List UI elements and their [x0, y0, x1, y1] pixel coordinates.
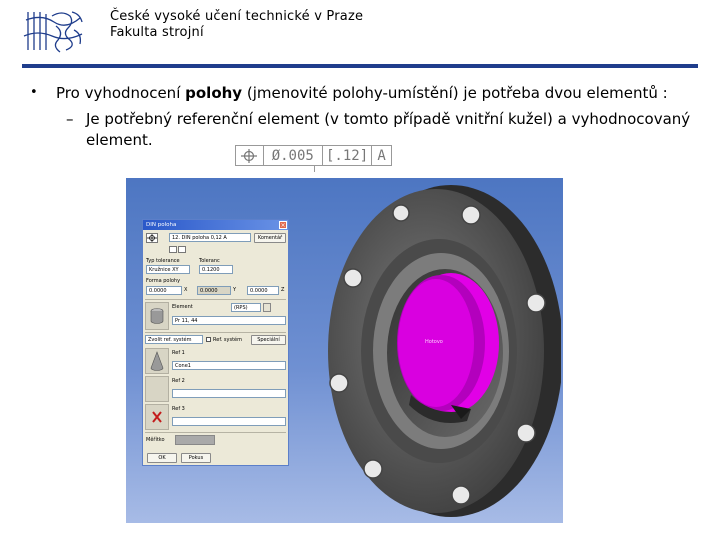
z-axis-label: Z — [281, 287, 285, 293]
dialog-titlebar[interactable]: DIN poloha × — [143, 220, 288, 230]
din-position-dialog: DIN poloha × 12. DIN poloha 0,12 A Komen… — [142, 219, 289, 466]
sub-bullet-text-continued: element. — [86, 131, 153, 149]
element-input[interactable]: Pr 11, 44 — [172, 316, 286, 325]
ok-button[interactable]: OK — [147, 453, 177, 463]
cancel-button[interactable]: Pokus — [181, 453, 211, 463]
sub-bullet-text: Je potřebný referenční element (v tomto … — [86, 110, 691, 128]
tolerance-type-select[interactable]: Kružnice XY — [146, 265, 190, 274]
chevron-down-icon[interactable] — [263, 303, 271, 312]
ref1-input[interactable]: Cone1 — [172, 361, 286, 370]
form-label: Forma polohy — [146, 278, 181, 284]
main-bullet-post: (jmenovité polohy-umístění) je potřeba d… — [242, 84, 668, 102]
ref1-label: Ref 1 — [172, 350, 185, 356]
sub-bullet-marker: – — [66, 110, 74, 128]
bullet-marker: • — [30, 85, 38, 100]
ref-system-checkbox[interactable] — [206, 337, 211, 342]
fcf-tolerance: Ø .005 — [264, 146, 323, 165]
position-crosshair-icon[interactable] — [146, 233, 158, 243]
delete-icon[interactable] — [146, 405, 168, 429]
close-icon[interactable]: × — [279, 221, 287, 229]
feature-symbol-icon[interactable] — [169, 246, 177, 253]
tolerance-label: Toleranc — [199, 258, 220, 264]
tolerance-type-label: Typ tolerance — [146, 258, 180, 264]
tolerance-input[interactable]: 0.1200 — [199, 265, 233, 274]
diameter-symbol: Ø — [271, 147, 281, 164]
measure-input[interactable] — [175, 435, 215, 445]
main-bullet-text: Pro vyhodnocení polohy (jmenovité polohy… — [56, 84, 668, 102]
chevron-down-icon[interactable] — [178, 246, 186, 253]
ref3-label: Ref 3 — [172, 406, 185, 412]
y-axis-label: Y — [233, 287, 237, 293]
x-axis-label: X — [184, 287, 188, 293]
university-logo-icon — [23, 11, 83, 53]
ref2-input[interactable] — [172, 389, 286, 398]
ref3-cell — [145, 404, 169, 430]
main-bullet-emphasis: polohy — [185, 84, 243, 102]
ref3-input[interactable] — [172, 417, 286, 426]
faculty-name: Fakulta strojní — [110, 25, 204, 40]
dialog-divider — [145, 332, 286, 333]
cone-icon — [150, 351, 164, 371]
y-value-input[interactable]: 0.0000 — [197, 286, 231, 295]
measure-label: Měřítko — [146, 437, 165, 443]
ref-system-label: Ref. systém — [213, 337, 242, 343]
ref1-cell — [145, 348, 169, 374]
cylinder-icon — [150, 308, 164, 324]
dimension-name-input[interactable]: 12. DIN poloha 0,12 A — [169, 233, 251, 242]
model-annotation: Hotovo — [425, 339, 443, 345]
dialog-divider — [145, 299, 286, 300]
element-cell — [145, 302, 169, 330]
element-select[interactable]: (RPS) — [231, 303, 261, 312]
main-bullet-pre: Pro vyhodnocení — [56, 84, 186, 102]
header-divider — [22, 64, 698, 68]
cad-screenshot: Hotovo DIN poloha × 12. DIN poloha 0,12 … — [126, 178, 563, 523]
dialog-divider — [145, 432, 286, 433]
special-button[interactable]: Speciální — [251, 335, 286, 345]
fcf-modifier: [.12] — [323, 146, 373, 165]
ref2-label: Ref 2 — [172, 378, 185, 384]
element-label: Element — [172, 304, 193, 310]
ref2-cell — [145, 376, 169, 402]
coordinate-system-select[interactable]: Zvolit ref. systém — [145, 335, 203, 344]
position-crosshair-icon — [236, 146, 264, 165]
institution-name: České vysoké učení technické v Praze — [110, 9, 364, 24]
fcf-tolerance-value: .005 — [280, 147, 314, 164]
fcf-datum: A — [377, 147, 386, 164]
comment-button[interactable]: Komentář — [254, 233, 286, 243]
x-value-input[interactable]: 0.0000 — [146, 286, 182, 295]
z-value-input[interactable]: 0.0000 — [247, 286, 279, 295]
flange-part-icon: Hotovo — [328, 185, 561, 517]
feature-control-frame: Ø .005 [.12] A — [235, 145, 392, 166]
fcf-leader — [314, 166, 315, 172]
dialog-title: DIN poloha — [146, 222, 177, 228]
